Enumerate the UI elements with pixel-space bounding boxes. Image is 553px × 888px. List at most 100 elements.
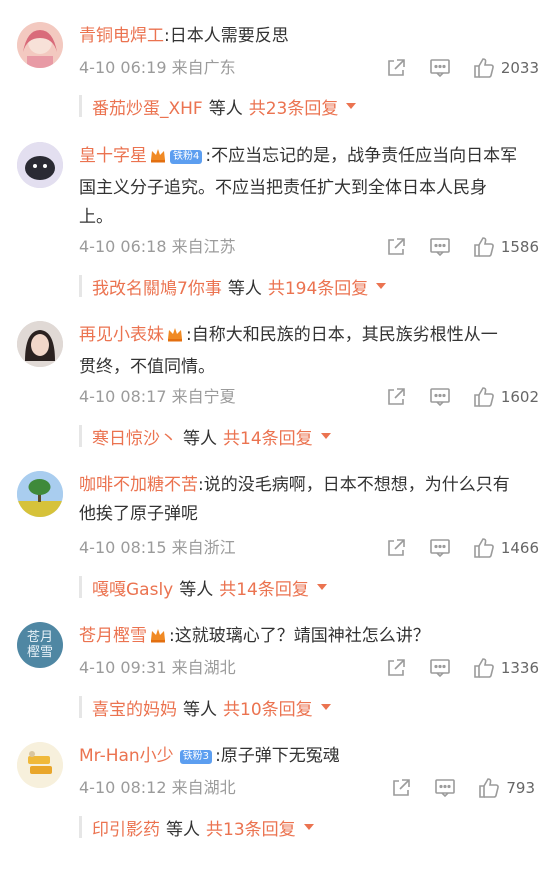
share-icon[interactable] <box>385 57 407 79</box>
fan-badge: 铁粉3 <box>179 750 213 764</box>
comment-location: 来自浙江 <box>171 538 236 557</box>
comment-text-line: :不应当忘记的是，战争责任应当向日本军 <box>205 146 518 166</box>
reply-total[interactable]: 共14条回复 <box>219 575 309 600</box>
comment-actions: 1336 <box>385 657 539 679</box>
like-count: 1586 <box>500 238 539 256</box>
share-icon[interactable] <box>385 537 407 559</box>
dropdown-triangle-icon[interactable] <box>376 283 387 289</box>
reply-divider <box>79 816 82 838</box>
reply-etc: 等人 <box>227 278 262 299</box>
comment-location: 来自宁夏 <box>171 387 236 406</box>
like-count: 2033 <box>500 59 539 77</box>
avatar[interactable] <box>17 742 63 788</box>
comment-location: 来自江苏 <box>171 237 236 256</box>
crown-badge-icon <box>149 625 167 654</box>
comment-text: 苍月樫雪 :这就玻璃心了？靖国神社怎么讲？ <box>79 622 533 654</box>
comment-text-line: :日本人需要反思 <box>164 26 289 46</box>
avatar[interactable] <box>17 22 63 68</box>
comment-username[interactable]: 青铜电焊工 <box>79 26 164 46</box>
reply-total[interactable]: 共194条回复 <box>268 274 368 299</box>
dropdown-triangle-icon[interactable] <box>316 584 327 590</box>
like-icon[interactable] <box>473 537 495 559</box>
dropdown-triangle-icon[interactable] <box>320 704 331 710</box>
reply-username[interactable]: 寒日惊沙丶 <box>92 424 177 449</box>
comment-location: 来自湖北 <box>171 778 236 797</box>
comment-meta: 4-10 08:17 来自宁夏 <box>79 386 236 408</box>
comment-icon[interactable] <box>429 537 451 559</box>
reply-summary[interactable]: 寒日惊沙丶 等人 共14条回复 <box>79 424 331 449</box>
comment-text: Mr-Han小少 铁粉3:原子弹下无冤魂 <box>79 742 533 771</box>
avatar[interactable] <box>17 321 63 367</box>
comment-username[interactable]: 再见小表妹 <box>79 325 164 345</box>
reply-divider <box>79 425 82 447</box>
reply-etc: 等人 <box>183 428 217 449</box>
comment-text: 皇十字星 铁粉4:不应当忘记的是，战争责任应当向日本军 国主义分子追究。不应当把责… <box>79 142 533 232</box>
comment-username[interactable]: Mr-Han小少 <box>79 746 174 766</box>
comment-text-line: :这就玻璃心了？靖国神社怎么讲？ <box>169 626 430 646</box>
comment-text: 再见小表妹:自称大和民族的日本，其民族劣根性从一 贯终，不值同情。 <box>79 321 533 382</box>
comment-time: 4-10 09:31 <box>79 658 167 677</box>
reply-username[interactable]: 嘎嘎Gasly <box>92 575 173 600</box>
share-icon[interactable] <box>390 777 412 799</box>
like-icon[interactable] <box>473 236 495 258</box>
share-icon[interactable] <box>385 657 407 679</box>
comment-time: 4-10 08:12 <box>79 778 167 797</box>
comment-icon[interactable] <box>429 386 451 408</box>
avatar[interactable]: 苍月樫雪 <box>17 622 63 668</box>
reply-etc: 等人 <box>208 98 243 119</box>
like-icon[interactable] <box>473 57 495 79</box>
reply-summary[interactable]: 印引影药 等人 共13条回复 <box>79 815 314 840</box>
reply-total[interactable]: 共10条回复 <box>223 695 313 720</box>
comment-username[interactable]: 苍月樫雪 <box>79 626 147 646</box>
like-icon[interactable] <box>473 657 495 679</box>
share-icon[interactable] <box>385 236 407 258</box>
reply-username[interactable]: 番茄炒蛋_XHF <box>92 94 203 119</box>
reply-username[interactable]: 印引影药 <box>92 815 160 840</box>
reply-total[interactable]: 共23条回复 <box>249 94 339 119</box>
comment-icon[interactable] <box>429 657 451 679</box>
reply-summary[interactable]: 番茄炒蛋_XHF 等人 共23条回复 <box>79 94 357 119</box>
comment-text: 咖啡不加糖不苦:说的没毛病啊，日本不想想，为什么只有 他挨了原子弹呢 <box>79 471 533 529</box>
like-count: 1602 <box>500 388 539 406</box>
reply-divider <box>79 696 82 718</box>
reply-etc: 等人 <box>166 819 200 840</box>
dropdown-triangle-icon[interactable] <box>346 103 357 109</box>
comment-username[interactable]: 咖啡不加糖不苦 <box>79 475 198 495</box>
crown-badge-icon <box>149 145 167 174</box>
dropdown-triangle-icon[interactable] <box>303 824 314 830</box>
reply-summary[interactable]: 喜宝的妈妈 等人 共10条回复 <box>79 695 331 720</box>
reply-total[interactable]: 共14条回复 <box>223 424 313 449</box>
comment-username[interactable]: 皇十字星 <box>79 146 147 166</box>
avatar[interactable] <box>17 142 63 188</box>
like-count: 1336 <box>500 659 539 677</box>
comment-meta: 4-10 08:12 来自湖北 <box>79 777 236 799</box>
comment-text-line: 他挨了原子弹呢 <box>79 504 198 524</box>
reply-username[interactable]: 喜宝的妈妈 <box>92 695 177 720</box>
comment-icon[interactable] <box>429 236 451 258</box>
dropdown-triangle-icon[interactable] <box>320 433 331 439</box>
comment-meta: 4-10 08:15 来自浙江 <box>79 537 236 559</box>
reply-summary[interactable]: 我改名關鳩7你事 等人 共194条回复 <box>79 274 387 299</box>
reply-summary[interactable]: 嘎嘎Gasly 等人 共14条回复 <box>79 575 327 600</box>
like-icon[interactable] <box>473 386 495 408</box>
comment-time: 4-10 08:17 <box>79 387 167 406</box>
comment-text-line: :说的没毛病啊，日本不想想，为什么只有 <box>198 475 510 495</box>
comment-icon[interactable] <box>429 57 451 79</box>
share-icon[interactable] <box>385 386 407 408</box>
comment-actions: 1602 <box>385 386 539 408</box>
comment-text: 青铜电焊工:日本人需要反思 <box>79 22 533 51</box>
avatar-text: 苍月樫雪 <box>26 630 53 660</box>
comment-location: 来自广东 <box>171 58 236 77</box>
reply-username[interactable]: 我改名關鳩7你事 <box>92 274 222 299</box>
avatar[interactable] <box>17 471 63 517</box>
fan-badge: 铁粉4 <box>170 150 203 164</box>
comment-text-line: 上。 <box>79 207 113 227</box>
comment-text-line: 贯终，不值同情。 <box>79 357 215 377</box>
like-count: 793 <box>506 779 535 797</box>
reply-total[interactable]: 共13条回复 <box>206 815 296 840</box>
crown-badge-icon <box>166 324 184 353</box>
reply-etc: 等人 <box>179 579 214 600</box>
comment-icon[interactable] <box>434 777 456 799</box>
comment-meta: 4-10 09:31 来自湖北 <box>79 657 236 679</box>
like-icon[interactable] <box>478 777 500 799</box>
